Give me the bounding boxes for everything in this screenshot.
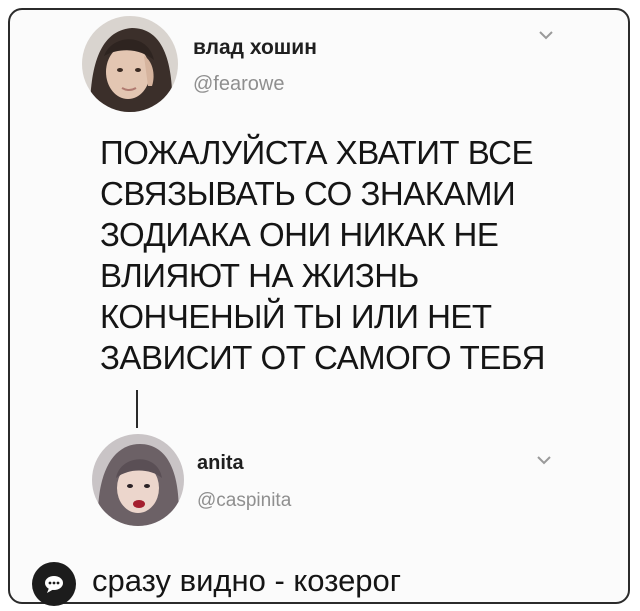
tweet-card: влад хошин @fearowe ПОЖАЛУЙСТА ХВАТИТ ВС… — [8, 8, 630, 606]
author-avatar-image — [82, 16, 178, 112]
tweet-line: ПОЖАЛУЙСТА ХВАТИТ ВСЕ — [100, 134, 534, 171]
reply-avatar-image — [92, 434, 184, 526]
tweet-line: СВЯЗЫВАТЬ СО ЗНАКАМИ — [100, 175, 516, 212]
tweet-line: ЗОДИАКА ОНИ НИКАК НЕ — [100, 216, 499, 253]
reply-account-name[interactable]: anita — [197, 452, 244, 475]
chevron-down-icon[interactable] — [538, 30, 554, 40]
author-handle[interactable]: @fearowe — [193, 73, 284, 96]
reply-text: сразу видно - козерог — [92, 563, 402, 598]
chevron-down-icon[interactable] — [536, 455, 552, 465]
reply-account-handle[interactable]: @caspinita — [197, 490, 291, 512]
thread-connector — [136, 390, 138, 428]
author-avatar[interactable] — [82, 16, 178, 112]
reply-avatar[interactable] — [92, 434, 184, 526]
author-name[interactable]: влад хошин — [193, 36, 317, 60]
speech-bubble-icon — [32, 562, 76, 606]
tweet-line: ВЛИЯЮТ НА ЖИЗНЬ — [100, 257, 419, 294]
tweet-text: ПОЖАЛУЙСТА ХВАТИТ ВСЕ СВЯЗЫВАТЬ СО ЗНАКА… — [100, 132, 570, 378]
tweet-line: КОНЧЕНЫЙ ТЫ ИЛИ НЕТ — [100, 298, 492, 335]
tweet-line: ЗАВИСИТ ОТ САМОГО ТЕБЯ — [100, 339, 545, 376]
